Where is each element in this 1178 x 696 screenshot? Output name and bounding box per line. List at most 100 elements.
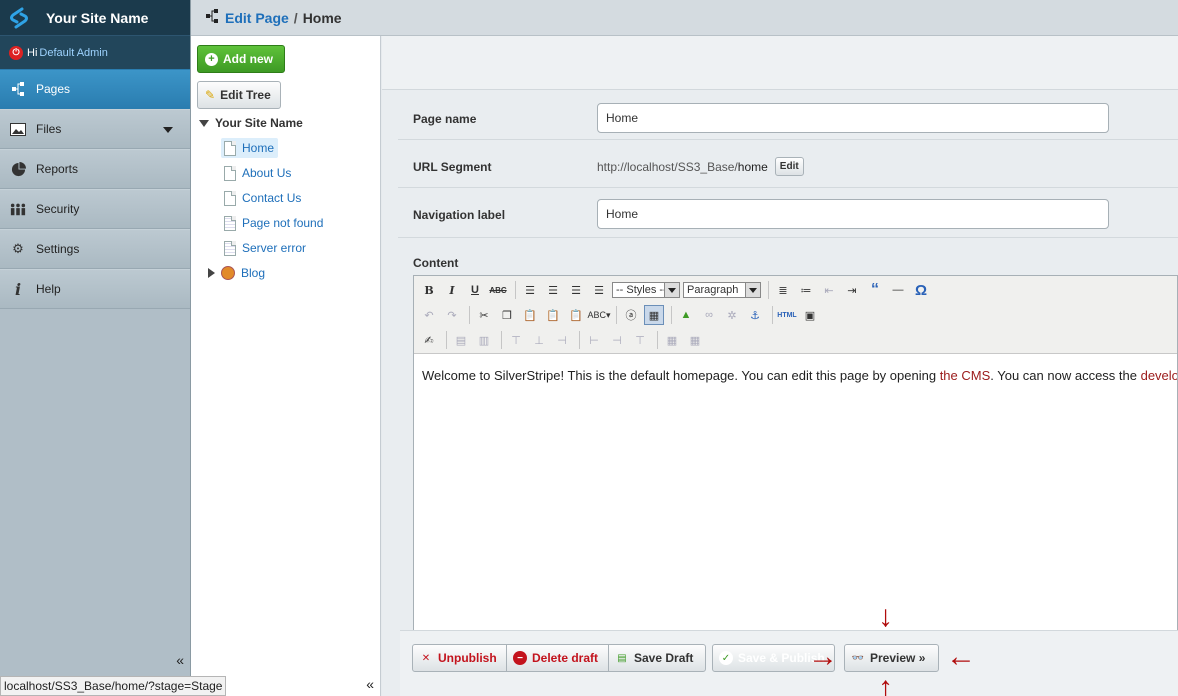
editor-content[interactable]: Welcome to SilverStripe! This is the def… <box>414 354 1177 397</box>
align-center-icon[interactable]: ☰ <box>543 280 563 300</box>
paste-icon[interactable]: 📋 <box>520 305 540 325</box>
unpublish-button[interactable]: ✕ Unpublish <box>412 644 507 672</box>
underline-icon[interactable]: U <box>465 280 485 300</box>
menu-item-label: Reports <box>36 162 79 176</box>
visual-aid-icon[interactable]: ▦ <box>644 305 664 325</box>
insert-col-before-icon[interactable]: ⊢ <box>584 330 604 350</box>
fullscreen-icon[interactable]: ▣ <box>800 305 820 325</box>
content-text-1: Welcome to SilverStripe! This is the def… <box>422 368 940 383</box>
edit-url-button[interactable]: Edit <box>774 157 804 176</box>
strikethrough-icon[interactable]: ABC <box>488 280 508 300</box>
collapse-nav-button[interactable]: « <box>176 652 184 668</box>
binoculars-icon: 👓 <box>851 652 865 664</box>
page-icon <box>224 165 236 181</box>
tree-node-blog[interactable]: Blog <box>205 263 269 283</box>
copy-icon[interactable]: ❐ <box>497 305 517 325</box>
preview-button[interactable]: 👓 Preview » <box>844 644 939 672</box>
paste-text-icon[interactable]: 📋 <box>543 305 563 325</box>
toolbar-separator <box>768 281 769 299</box>
table-props-icon[interactable]: ▥ <box>474 330 494 350</box>
special-character-icon[interactable]: Ω <box>911 280 931 300</box>
insert-image-icon[interactable]: ▲ <box>676 305 696 325</box>
align-right-icon[interactable]: ☰ <box>566 280 586 300</box>
edit-form-icon[interactable]: ✍ <box>419 330 439 350</box>
user-profile-link[interactable]: Default Admin <box>39 47 107 59</box>
format-select[interactable]: Paragraph <box>683 282 761 298</box>
tree-node-label: Server error <box>242 241 307 255</box>
collapse-tree-button[interactable]: « <box>366 676 374 692</box>
indent-icon[interactable]: ⇥ <box>842 280 862 300</box>
edit-form-panel: Page name Home URL Segment http://localh… <box>382 36 1178 696</box>
tree-node-contact-us[interactable]: Contact Us <box>221 188 305 208</box>
menu-item-pages[interactable]: Pages <box>0 69 190 109</box>
chevron-down-icon[interactable] <box>163 127 173 133</box>
site-name[interactable]: Your Site Name <box>46 10 148 26</box>
insert-link-icon[interactable]: ∞ <box>699 305 719 325</box>
sitemap-icon <box>10 81 26 97</box>
styles-select[interactable]: -- Styles -- <box>612 282 680 298</box>
navigation-label-input[interactable]: Home <box>597 199 1109 229</box>
user-bar: ⏻ Hi Default Admin <box>0 35 190 69</box>
select-all-icon[interactable]: ⓐ <box>621 305 641 325</box>
spellcheck-icon[interactable]: ABC▾ <box>587 305 610 325</box>
users-icon <box>10 201 26 217</box>
insert-row-before-icon[interactable]: ⊤ <box>506 330 526 350</box>
page-icon <box>224 190 236 206</box>
menu-item-reports[interactable]: Reports <box>0 149 190 189</box>
horizontal-rule-icon[interactable]: — <box>888 280 908 300</box>
styles-select-value: -- Styles -- <box>616 284 667 296</box>
table-icon[interactable]: ▤ <box>451 330 471 350</box>
blockquote-icon[interactable]: “ <box>865 280 885 300</box>
menu-item-settings[interactable]: ⚙ Settings <box>0 229 190 269</box>
undo-icon[interactable]: ↶ <box>419 305 439 325</box>
save-draft-button[interactable]: ▤ Save Draft <box>608 644 706 672</box>
unlink-icon[interactable]: ✲ <box>722 305 742 325</box>
page-name-input[interactable]: Home <box>597 103 1109 133</box>
field-page-name: Page name Home <box>398 90 1178 140</box>
split-cells-icon[interactable]: ▦ <box>685 330 705 350</box>
expand-triangle-icon[interactable] <box>199 119 209 127</box>
edit-tree-label: Edit Tree <box>220 88 271 102</box>
align-justify-icon[interactable]: ☰ <box>589 280 609 300</box>
cut-icon[interactable]: ✂ <box>474 305 494 325</box>
menu-item-security[interactable]: Security <box>0 189 190 229</box>
html-source-icon[interactable]: HTML <box>777 305 797 325</box>
insert-col-after-icon[interactable]: ⊣ <box>607 330 627 350</box>
redo-icon[interactable]: ↷ <box>442 305 462 325</box>
field-url-segment: URL Segment http://localhost/SS3_Base/ho… <box>398 140 1178 188</box>
insert-row-after-icon[interactable]: ⊥ <box>529 330 549 350</box>
align-left-icon[interactable]: ☰ <box>520 280 540 300</box>
tree-node-about-us[interactable]: About Us <box>221 163 295 183</box>
edit-tree-button[interactable]: ✎ Edit Tree <box>197 81 281 109</box>
field-navigation-label: Navigation label Home <box>398 188 1178 238</box>
merge-cells-icon[interactable]: ▦ <box>662 330 682 350</box>
annotation-arrow-up-icon: ↑ <box>878 671 893 696</box>
bullet-list-icon[interactable]: ≣ <box>773 280 793 300</box>
bold-icon[interactable]: B <box>419 280 439 300</box>
numbered-list-icon[interactable]: ≔ <box>796 280 816 300</box>
content-link-cms[interactable]: the CMS <box>940 368 991 383</box>
delete-draft-button[interactable]: − Delete draft <box>506 644 609 672</box>
tree-node-server-error[interactable]: Server error <box>221 238 310 258</box>
tree-node-home[interactable]: Home <box>221 138 279 158</box>
toolbar-separator <box>579 331 580 349</box>
outdent-icon[interactable]: ⇤ <box>819 280 839 300</box>
anchor-icon[interactable]: ⚓ <box>745 305 765 325</box>
logout-power-icon[interactable]: ⏻ <box>9 45 23 60</box>
tree-node-page-not-found[interactable]: Page not found <box>221 213 327 233</box>
expand-triangle-icon[interactable] <box>208 268 215 278</box>
italic-icon[interactable]: I <box>442 280 462 300</box>
tree-root[interactable]: Your Site Name <box>199 116 303 130</box>
content-link-docs[interactable]: developer documentation <box>1141 368 1177 383</box>
delete-row-icon[interactable]: ⊣ <box>552 330 572 350</box>
silverstripe-logo-icon[interactable] <box>6 5 32 31</box>
delete-col-icon[interactable]: ⊤ <box>630 330 650 350</box>
menu-item-label: Security <box>36 202 80 216</box>
add-new-button[interactable]: + Add new <box>197 45 285 73</box>
toolbar-row-3: ✍ ▤ ▥ ⊤ ⊥ ⊣ ⊢ ⊣ ⊤ ▦ ▦ <box>419 329 708 351</box>
paste-word-icon[interactable]: 📋 <box>566 305 586 325</box>
breadcrumb-edit-page[interactable]: Edit Page <box>225 10 289 26</box>
menu-item-files[interactable]: Files <box>0 109 190 149</box>
annotation-arrow-left-icon: ← <box>946 640 976 673</box>
menu-item-help[interactable]: i Help <box>0 269 190 309</box>
